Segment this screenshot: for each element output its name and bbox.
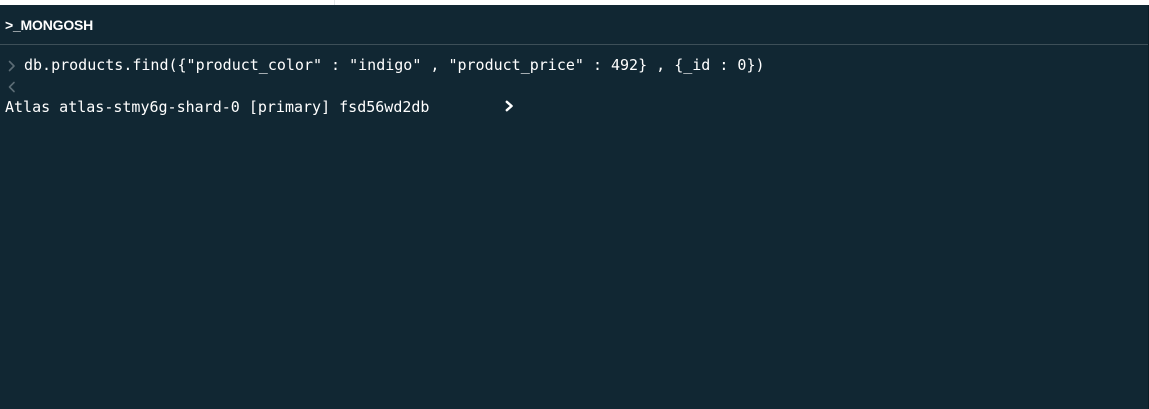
shell-title: >_MONGOSH bbox=[5, 16, 94, 33]
chevron-left-icon bbox=[0, 81, 24, 93]
prompt-chevron-icon bbox=[432, 76, 513, 139]
history-input-line: db.products.find({"product_color" : "ind… bbox=[0, 55, 1148, 76]
shell-header: >_MONGOSH bbox=[0, 5, 1148, 45]
prompt-label: Atlas atlas-stmy6g-shard-0 [primary] fsd… bbox=[5, 98, 430, 116]
history-output-line bbox=[0, 76, 1148, 97]
mongosh-panel: >_MONGOSH db.products.find({"product_col… bbox=[0, 5, 1149, 409]
shell-console[interactable]: db.products.find({"product_color" : "ind… bbox=[0, 45, 1148, 118]
chevron-right-icon bbox=[0, 60, 24, 72]
history-command: db.products.find({"product_color" : "ind… bbox=[24, 56, 765, 74]
prompt-line[interactable]: Atlas atlas-stmy6g-shard-0 [primary] fsd… bbox=[0, 97, 1148, 118]
